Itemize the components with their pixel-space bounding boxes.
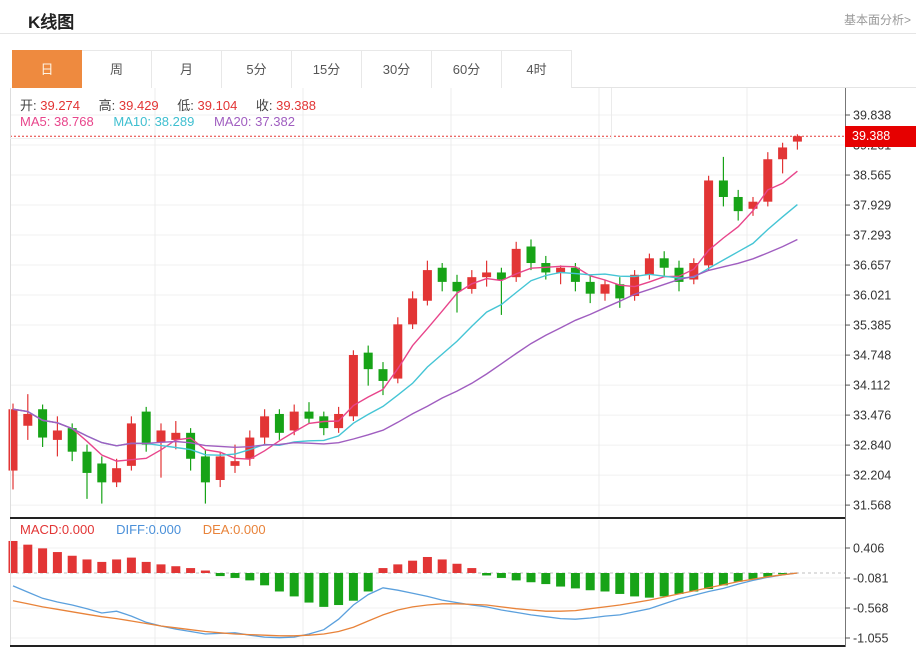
svg-text:39.838: 39.838 <box>853 109 891 123</box>
low-value: 39.104 <box>198 98 238 113</box>
kline-page: K线图 基本面分析> 日 周 月 5分 15分 30分 60分 4时 39.83… <box>0 0 916 650</box>
macd-axis-labels: 0.406 -0.081 -0.568 -1.055 <box>845 541 888 645</box>
ma-row: MA5: 38.768 MA10: 38.289 MA20: 37.382 <box>20 114 295 129</box>
svg-text:32.204: 32.204 <box>853 469 891 483</box>
open-value: 39.274 <box>40 98 80 113</box>
ma5-readout: MA5: 38.768 <box>20 114 94 129</box>
macd-histogram <box>9 541 788 607</box>
tab-15min[interactable]: 15分 <box>292 50 362 88</box>
diff-readout: DIFF:0.000 <box>116 522 181 537</box>
svg-text:36.657: 36.657 <box>853 259 891 273</box>
high-label: 高: <box>99 98 116 113</box>
tab-4hour[interactable]: 4时 <box>502 50 572 88</box>
svg-text:36.021: 36.021 <box>853 289 891 303</box>
svg-text:-0.568: -0.568 <box>853 601 888 615</box>
tab-30min[interactable]: 30分 <box>362 50 432 88</box>
svg-text:0.406: 0.406 <box>853 541 884 555</box>
ma10-readout: MA10: 38.289 <box>113 114 194 129</box>
ma20-readout: MA20: 37.382 <box>214 114 295 129</box>
open-label: 开: <box>20 98 37 113</box>
svg-text:31.568: 31.568 <box>853 499 891 513</box>
svg-text:-1.055: -1.055 <box>853 631 888 645</box>
svg-text:38.565: 38.565 <box>853 169 891 183</box>
candles <box>9 134 802 503</box>
macd-info-row: MACD:0.000 DIFF:0.000 DEA:0.000 <box>20 522 266 537</box>
svg-text:37.929: 37.929 <box>853 199 891 213</box>
price-axis-labels: 39.83839.20138.56537.92937.29336.65736.0… <box>845 109 891 513</box>
macd-readout: MACD:0.000 <box>20 522 94 537</box>
tab-week[interactable]: 周 <box>82 50 152 88</box>
ohlc-row: 开: 39.274 高: 39.429 低: 39.104 收: 39.388 <box>20 95 331 114</box>
svg-text:34.112: 34.112 <box>853 379 890 393</box>
low-label: 低: <box>177 98 194 113</box>
svg-text:32.840: 32.840 <box>853 439 891 453</box>
dea-readout: DEA:0.000 <box>203 522 266 537</box>
tab-60min[interactable]: 60分 <box>432 50 502 88</box>
close-value: 39.388 <box>276 98 316 113</box>
svg-text:34.748: 34.748 <box>853 349 891 363</box>
current-price-badge: 39.388 <box>845 126 916 147</box>
period-tab-bar: 日 周 月 5分 15分 30分 60分 4时 <box>12 50 572 88</box>
svg-text:37.293: 37.293 <box>853 229 891 243</box>
tab-day[interactable]: 日 <box>12 50 82 88</box>
tab-month[interactable]: 月 <box>152 50 222 88</box>
high-value: 39.429 <box>119 98 159 113</box>
svg-text:33.476: 33.476 <box>853 409 891 423</box>
close-label: 收: <box>256 98 273 113</box>
svg-text:35.385: 35.385 <box>853 319 891 333</box>
svg-text:-0.081: -0.081 <box>853 571 888 585</box>
tab-5min[interactable]: 5分 <box>222 50 292 88</box>
